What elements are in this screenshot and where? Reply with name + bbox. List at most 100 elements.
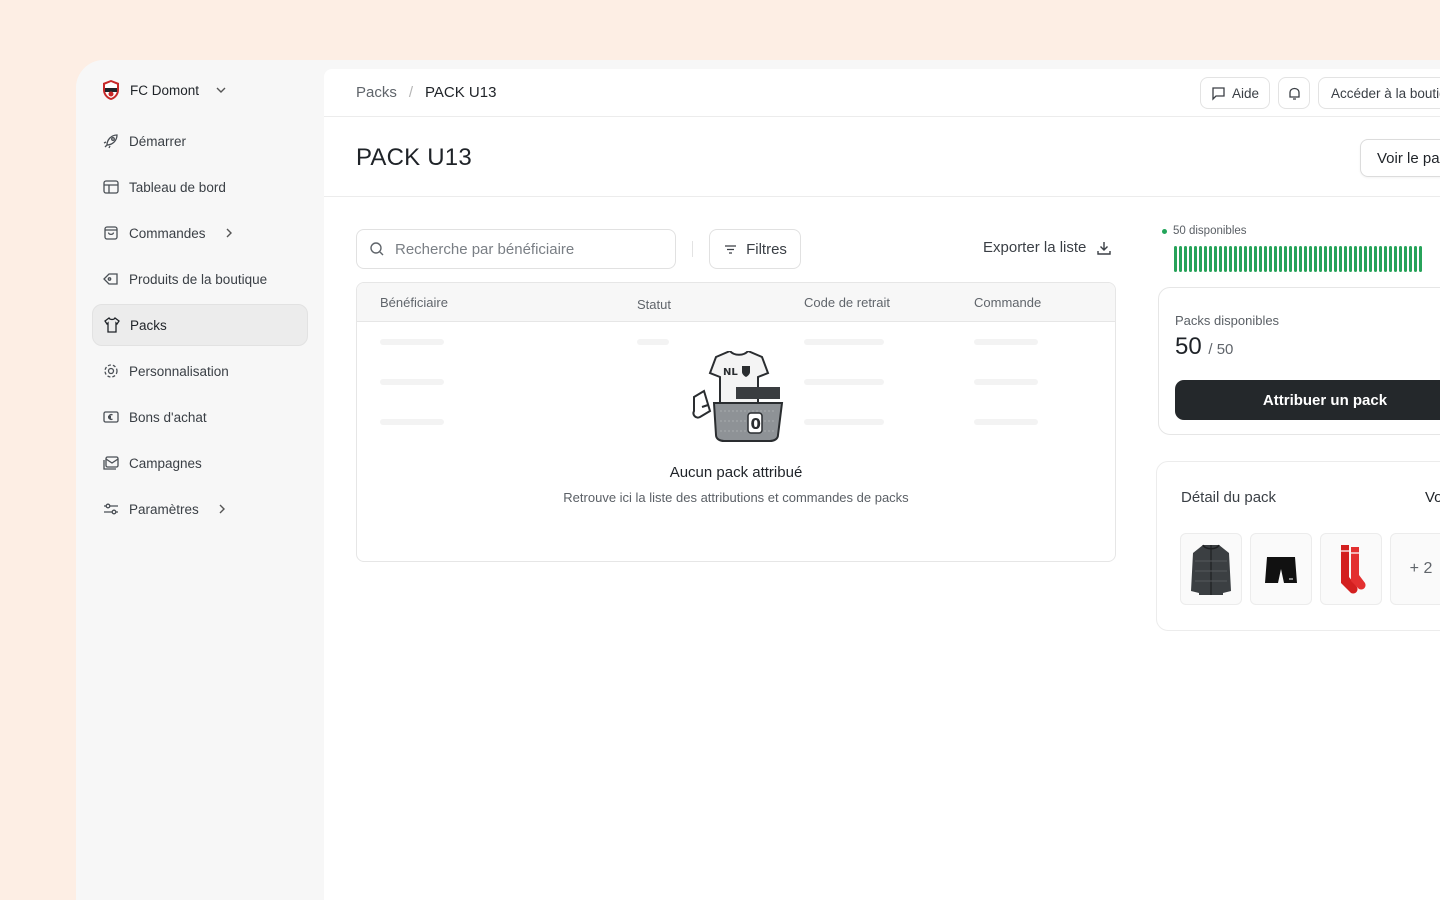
sidebar-item-label: Démarrer — [129, 133, 187, 149]
breadcrumb-parent[interactable]: Packs — [356, 84, 397, 101]
shop-access-label: Accéder à la boutique — [1331, 85, 1440, 101]
club-switcher[interactable]: FC Domont — [100, 78, 227, 102]
availability-bar — [1274, 246, 1277, 272]
svg-text:NL: NL — [723, 367, 738, 378]
availability-bar — [1259, 246, 1262, 272]
availability-bar — [1179, 246, 1182, 272]
view-pack-button[interactable]: Voir le pack — [1360, 139, 1440, 177]
pack-detail-link[interactable]: Voir — [1425, 489, 1440, 506]
shop-access-button[interactable]: Accéder à la boutique — [1318, 77, 1440, 109]
availability-bar — [1219, 246, 1222, 272]
sidebar-item-commandes[interactable]: Commandes — [92, 212, 308, 254]
settings-gear-icon — [104, 364, 118, 378]
product-thumbnail-shorts[interactable] — [1250, 533, 1312, 605]
search-icon — [370, 242, 384, 256]
chevron-down-icon — [216, 87, 226, 93]
tag-icon — [103, 273, 118, 285]
sidebar-item-label: Paramètres — [129, 501, 199, 517]
pack-detail-card: Détail du pack Voir — [1156, 461, 1440, 631]
assign-pack-label: Attribuer un pack — [1262, 391, 1388, 409]
availability-bar — [1364, 246, 1367, 272]
club-name: FC Domont — [130, 82, 200, 98]
availability-bar — [1309, 246, 1312, 272]
column-header[interactable]: Bénéficiaire — [380, 295, 448, 310]
app-window: FC Domont Démarrer Tableau de bord Comma… — [76, 60, 1440, 900]
availability-bar — [1204, 246, 1207, 272]
availability-bar — [1354, 246, 1357, 272]
shorts-icon — [1265, 557, 1297, 583]
voucher-icon — [103, 411, 119, 423]
notifications-button[interactable] — [1278, 77, 1311, 109]
availability-bar — [1264, 246, 1267, 272]
pack-detail-title: Détail du pack — [1181, 489, 1277, 506]
sidebar-item-demarrer[interactable]: Démarrer — [92, 120, 308, 162]
shirt-icon — [104, 317, 120, 333]
availability-bar — [1344, 246, 1347, 272]
more-items-tile[interactable]: + 2 — [1390, 533, 1440, 605]
chevron-right-icon — [219, 504, 225, 514]
availability-bar — [1234, 246, 1237, 272]
availability-bar — [1224, 246, 1227, 272]
socks-icon — [1341, 545, 1366, 594]
sidebar-nav: Démarrer Tableau de bord Commandes Produ… — [92, 120, 308, 534]
sidebar-item-bons-achat[interactable]: Bons d'achat — [92, 396, 308, 438]
availability-bar — [1399, 246, 1402, 272]
view-pack-label: Voir le pack — [1377, 149, 1440, 167]
availability-bar — [1254, 246, 1257, 272]
availability-bar — [1319, 246, 1322, 272]
column-header[interactable]: Code de retrait — [804, 295, 890, 310]
availability-bar — [1409, 246, 1412, 272]
breadcrumb-current: PACK U13 — [425, 84, 497, 101]
help-button[interactable]: Aide — [1200, 77, 1271, 109]
search-input[interactable] — [395, 240, 655, 258]
bell-icon — [1288, 87, 1300, 100]
sidebar-item-tableau-de-bord[interactable]: Tableau de bord — [92, 166, 308, 208]
column-header[interactable]: Commande — [974, 295, 1041, 310]
availability-bar — [1184, 246, 1187, 272]
sidebar-item-campagnes[interactable]: Campagnes — [92, 442, 308, 484]
availability-bar — [1299, 246, 1302, 272]
topbar-actions: Aide Accéder à la boutique — [1200, 77, 1440, 109]
sidebar-item-parametres[interactable]: Paramètres — [92, 488, 308, 530]
search-field[interactable] — [356, 229, 676, 269]
availability-bar — [1414, 246, 1417, 272]
assign-pack-button[interactable]: Attribuer un pack — [1175, 380, 1440, 420]
availability-bar — [1284, 246, 1287, 272]
empty-state-title: Aucun pack attribué — [669, 464, 803, 481]
mail-icon — [103, 456, 119, 470]
product-thumbnail-socks[interactable] — [1320, 533, 1382, 605]
packs-count-value: 50 — [1175, 333, 1202, 360]
product-thumbnail-jacket[interactable] — [1180, 533, 1242, 605]
table-header: Bénéficiaire Statut Code de retrait Comm… — [357, 283, 1115, 322]
export-list-button[interactable]: Exporter la liste — [983, 239, 1112, 256]
availability-bar — [1384, 246, 1387, 272]
filters-button[interactable]: Filtres — [709, 229, 801, 269]
column-header[interactable]: Statut — [637, 297, 671, 312]
sidebar-item-label: Campagnes — [129, 455, 202, 471]
sidebar-item-packs[interactable]: Packs — [92, 304, 308, 346]
availability-bar — [1189, 246, 1192, 272]
export-label: Exporter la liste — [983, 239, 1087, 256]
availability-bars — [1174, 246, 1440, 272]
main-content: Packs / PACK U13 Aide Accéder à la bouti… — [324, 69, 1440, 900]
availability-bar — [1324, 246, 1327, 272]
availability-bar — [1289, 246, 1292, 272]
sidebar-item-label: Tableau de bord — [129, 179, 226, 195]
attributions-table: Bénéficiaire Statut Code de retrait Comm… — [356, 282, 1116, 562]
availability-bar — [1404, 246, 1407, 272]
availability-bar — [1374, 246, 1377, 272]
skeleton-line — [804, 339, 884, 345]
svg-text:0: 0 — [751, 415, 761, 433]
availability-bar — [1174, 246, 1177, 272]
download-icon — [1097, 241, 1112, 255]
sidebar-item-label: Bons d'achat — [129, 409, 207, 425]
packs-available-count: 50 / 50 — [1175, 333, 1233, 361]
availability-label: 50 disponibles — [1173, 225, 1247, 237]
availability-bar — [1339, 246, 1342, 272]
availability-bar — [1329, 246, 1332, 272]
jacket-icon — [1191, 544, 1231, 595]
skeleton-line — [380, 339, 444, 345]
sidebar-item-personnalisation[interactable]: Personnalisation — [92, 350, 308, 392]
availability-bar — [1419, 246, 1422, 272]
sidebar-item-produits[interactable]: Produits de la boutique — [92, 258, 308, 300]
